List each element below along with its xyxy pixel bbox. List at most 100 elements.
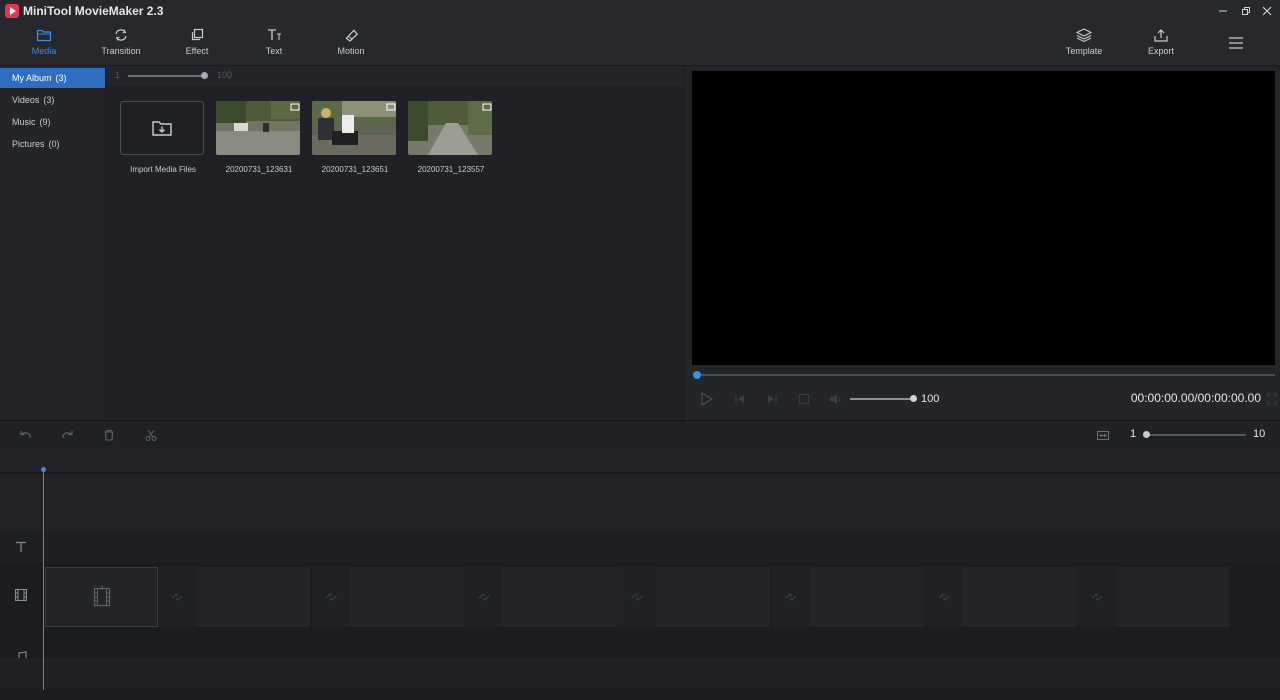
preview-seek-bar[interactable] bbox=[693, 371, 1275, 379]
sidebar-item-music[interactable]: Music (9) bbox=[0, 112, 105, 132]
transition-slot[interactable] bbox=[772, 567, 810, 627]
clip-drop-slot[interactable] bbox=[45, 567, 158, 627]
film-strip-icon bbox=[15, 589, 27, 601]
clip-drop-slot[interactable] bbox=[350, 567, 465, 627]
timeline bbox=[0, 448, 1280, 700]
clip-drop-slot[interactable] bbox=[810, 567, 925, 627]
transition-link-icon bbox=[785, 593, 797, 601]
transition-icon bbox=[115, 29, 127, 41]
fullscreen-button[interactable] bbox=[1267, 392, 1277, 410]
app-title: MiniTool MovieMaker 2.3 bbox=[23, 4, 164, 18]
sidebar-item-label: Pictures bbox=[12, 139, 45, 149]
slider-handle[interactable] bbox=[201, 72, 208, 79]
tab-effect-label: Effect bbox=[185, 46, 209, 56]
video-thumbnail-image bbox=[216, 101, 300, 155]
transition-slot[interactable] bbox=[312, 567, 350, 627]
video-track[interactable] bbox=[0, 562, 1280, 628]
transition-slot[interactable] bbox=[158, 567, 196, 627]
play-button[interactable] bbox=[700, 391, 714, 411]
clip-name: 20200731_123557 bbox=[417, 165, 485, 174]
tab-effect[interactable]: Effect bbox=[167, 28, 227, 56]
clip-name: 20200731_123631 bbox=[225, 165, 293, 174]
clip-thumbnail[interactable] bbox=[216, 101, 300, 155]
tab-transition[interactable]: Transition bbox=[91, 28, 151, 56]
zoom-fit-icon bbox=[1097, 431, 1109, 440]
zoom-to-fit-button[interactable] bbox=[1096, 428, 1110, 446]
clip-drop-slot[interactable] bbox=[963, 567, 1078, 627]
media-clip-card[interactable]: 20200731_123557 bbox=[408, 101, 494, 174]
transition-link-icon bbox=[325, 593, 337, 601]
tab-transition-label: Transition bbox=[101, 46, 141, 56]
volume-button[interactable] bbox=[828, 392, 842, 411]
seek-handle[interactable] bbox=[693, 371, 701, 379]
transition-slot[interactable] bbox=[465, 567, 503, 627]
tab-motion[interactable]: Motion bbox=[321, 28, 381, 56]
import-media-button[interactable] bbox=[120, 101, 204, 155]
import-media-card[interactable]: Import Media Files bbox=[120, 101, 206, 174]
sidebar-item-label: My Album bbox=[12, 73, 52, 83]
minimize-icon bbox=[1219, 10, 1227, 12]
tab-media[interactable]: Media bbox=[14, 28, 74, 56]
timeline-zoom-min: 1 bbox=[1130, 428, 1137, 440]
timeline-zoom-handle[interactable] bbox=[1143, 431, 1150, 438]
text-track[interactable] bbox=[0, 532, 1280, 562]
previous-frame-icon bbox=[735, 395, 744, 403]
template-label: Template bbox=[1065, 46, 1103, 56]
clip-drop-slot[interactable] bbox=[503, 567, 618, 627]
thumbnail-size-max: 100 bbox=[217, 70, 233, 80]
menu-button[interactable] bbox=[1228, 36, 1244, 55]
media-library-panel: 1 100 Import Media Files 20200731_123631 bbox=[106, 66, 684, 420]
clip-thumbnail[interactable] bbox=[408, 101, 492, 155]
export-button[interactable]: Export bbox=[1131, 28, 1191, 56]
media-clip-card[interactable]: 20200731_123631 bbox=[216, 101, 302, 174]
timeline-zoom-slider[interactable] bbox=[1143, 431, 1246, 438]
volume-slider[interactable] bbox=[850, 395, 917, 402]
export-icon bbox=[1154, 29, 1168, 42]
sidebar-item-my-album[interactable]: My Album (3) bbox=[0, 68, 105, 88]
media-clip-card[interactable]: 20200731_123651 bbox=[312, 101, 398, 174]
previous-frame-button[interactable] bbox=[733, 392, 747, 411]
stop-button[interactable] bbox=[797, 392, 811, 411]
video-thumbnail-image bbox=[312, 101, 396, 155]
film-placeholder-icon bbox=[93, 585, 110, 607]
transition-slot[interactable] bbox=[925, 567, 963, 627]
transition-slot[interactable] bbox=[618, 567, 656, 627]
split-button[interactable] bbox=[145, 428, 157, 446]
thumbnail-size-min: 1 bbox=[115, 70, 121, 80]
redo-icon bbox=[62, 431, 73, 438]
redo-button[interactable] bbox=[60, 428, 74, 446]
playhead-handle[interactable] bbox=[41, 467, 46, 472]
sidebar-item-pictures[interactable]: Pictures (0) bbox=[0, 134, 105, 154]
delete-button[interactable] bbox=[103, 428, 115, 446]
app-logo-icon bbox=[5, 4, 19, 18]
thumbnail-size-slider[interactable] bbox=[128, 72, 208, 79]
preview-panel: 100 00:00:00.00/00:00:00.00 bbox=[684, 66, 1280, 420]
tab-text-label: Text bbox=[265, 46, 283, 56]
thumbnail-size-bar: 1 100 bbox=[106, 66, 684, 86]
overlay-track[interactable] bbox=[0, 474, 1280, 532]
text-track-header bbox=[0, 532, 42, 562]
tab-media-label: Media bbox=[31, 46, 57, 56]
clip-drop-slot[interactable] bbox=[1116, 567, 1230, 627]
transition-link-icon bbox=[1091, 593, 1103, 601]
undo-button[interactable] bbox=[19, 428, 33, 446]
volume-slider-handle[interactable] bbox=[910, 395, 917, 402]
clip-drop-slot[interactable] bbox=[656, 567, 771, 627]
timeline-ruler[interactable] bbox=[0, 448, 1280, 473]
hamburger-menu-icon bbox=[1229, 37, 1243, 49]
template-button[interactable]: Template bbox=[1054, 28, 1114, 56]
close-button[interactable] bbox=[1254, 0, 1280, 22]
audio-track-lower[interactable] bbox=[0, 658, 1280, 688]
audio-track[interactable] bbox=[0, 628, 1280, 665]
clip-drop-slot[interactable] bbox=[196, 567, 311, 627]
transition-slot[interactable] bbox=[1078, 567, 1116, 627]
next-frame-button[interactable] bbox=[765, 392, 779, 411]
play-icon bbox=[701, 391, 714, 407]
tab-text[interactable]: Text bbox=[244, 28, 304, 56]
timeline-playhead[interactable] bbox=[43, 470, 44, 690]
clip-name: 20200731_123651 bbox=[321, 165, 389, 174]
sidebar-item-videos[interactable]: Videos (3) bbox=[0, 90, 105, 110]
sidebar-item-count: (9) bbox=[39, 117, 51, 127]
clip-thumbnail[interactable] bbox=[312, 101, 396, 155]
video-preview-screen[interactable] bbox=[692, 71, 1275, 365]
